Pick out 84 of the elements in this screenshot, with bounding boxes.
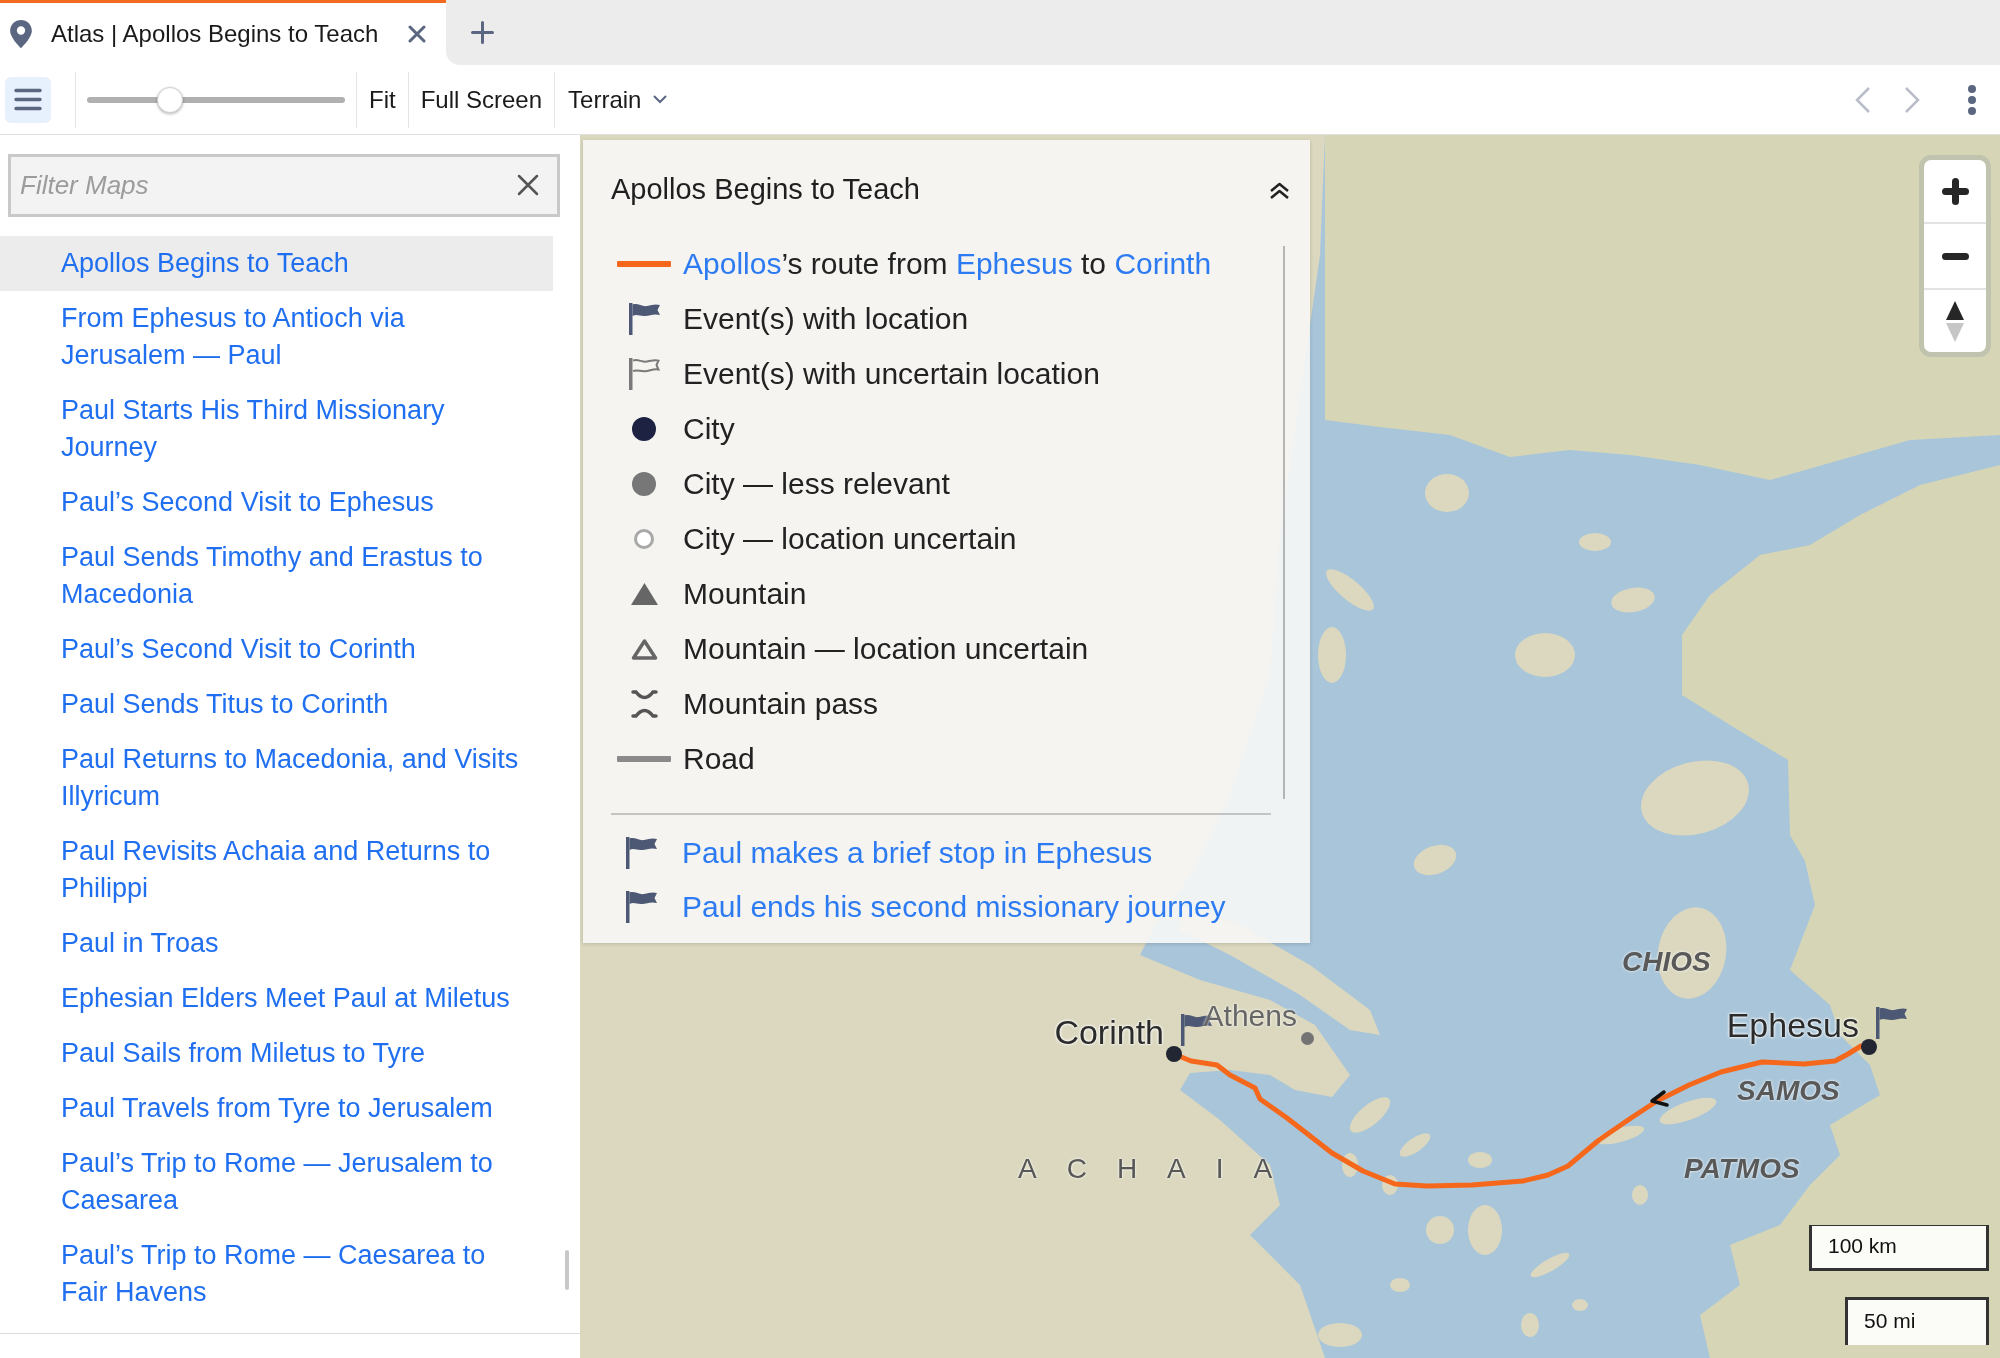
island (1659, 1097, 1717, 1125)
more-button[interactable] (1968, 84, 1976, 115)
close-icon (408, 25, 426, 43)
city-dot-icon (632, 416, 656, 441)
menu-icon (14, 88, 42, 111)
layer-dropdown[interactable]: Terrain (555, 84, 680, 115)
scrollbar-thumb[interactable] (1283, 246, 1285, 799)
legend-label: Mountain (683, 575, 807, 612)
island (1413, 844, 1457, 876)
island (1530, 1252, 1570, 1278)
new-tab-button[interactable] (471, 21, 494, 44)
mountain-icon (630, 582, 658, 605)
mountain-outline-icon (630, 637, 658, 660)
island (1579, 533, 1611, 551)
chevron-left-icon (1855, 85, 1871, 114)
filter-field[interactable]: Filter Maps (8, 154, 560, 217)
flag-icon (626, 837, 657, 869)
legend-label: Event(s) with location (683, 300, 969, 337)
plus-icon (1941, 177, 1969, 205)
legend-label: Event(s) with uncertain location (683, 355, 1100, 392)
island (1632, 1185, 1648, 1205)
place-label[interactable]: Ephesus (1726, 1005, 1859, 1045)
more-icon (1968, 84, 1976, 115)
minor-city-dot-icon (632, 471, 656, 496)
scale-bar: 50 mi (1845, 1297, 1989, 1345)
island (1425, 474, 1469, 512)
island (1342, 1153, 1358, 1177)
scrollbar-thumb[interactable] (565, 1250, 569, 1290)
legend-link[interactable]: Apollos (683, 246, 782, 280)
legend-title: Apollos Begins to Teach (611, 172, 920, 207)
legend-link[interactable]: Ephesus (955, 246, 1073, 280)
legend-label: Mountain pass (683, 685, 879, 722)
island (1468, 1205, 1502, 1255)
chevrons-up-icon (1269, 182, 1290, 200)
plus-icon (471, 21, 494, 44)
island (1399, 1133, 1431, 1157)
legend-label: City (683, 410, 735, 447)
island (1326, 569, 1374, 611)
legend-label: Mountain — location uncertain (683, 630, 1089, 667)
island (1515, 633, 1575, 677)
legend-label: Road (683, 740, 755, 777)
toolbar-button[interactable]: Full Screen (408, 84, 555, 115)
flag-icon (628, 302, 660, 335)
chevron-down-icon (653, 95, 668, 104)
legend-label: Apollos’s route from Ephesus to Corinth (683, 245, 1212, 282)
event-link[interactable]: Paul ends his second missionary journey (682, 889, 1226, 925)
scale-bar: 100 km (1809, 1225, 1989, 1271)
island (1318, 627, 1346, 683)
island (1349, 1097, 1391, 1133)
close-icon (517, 174, 539, 196)
event-link[interactable]: Paul makes a brief stop in Ephesus (682, 835, 1153, 871)
close-tab-button[interactable] (408, 25, 426, 43)
minus-icon (1941, 252, 1969, 260)
island (1390, 1278, 1410, 1292)
island (1468, 1152, 1492, 1168)
island (1382, 1175, 1398, 1195)
map-pin-icon (10, 20, 32, 48)
mountain-pass-icon (630, 689, 658, 718)
place-label[interactable]: Corinth (1054, 1012, 1164, 1052)
legend-link[interactable]: Corinth (1114, 246, 1212, 280)
island-label: PATMOS (1684, 1152, 1800, 1186)
island (1611, 587, 1655, 613)
legend-label: City — less relevant (683, 465, 950, 502)
island-label: CHIOS (1622, 945, 1711, 979)
compass-icon (1946, 300, 1964, 342)
toolbar-button[interactable]: Fit (357, 84, 408, 115)
flag-outline-icon (628, 357, 660, 390)
region-label: ACHAIA (1018, 1152, 1303, 1186)
ring-icon (634, 528, 654, 549)
island (1521, 1313, 1539, 1337)
legend-label: City — location uncertain (683, 520, 1017, 557)
clear-filter-button[interactable] (517, 174, 539, 196)
place-label[interactable]: Athens (1203, 996, 1297, 1036)
slider-thumb[interactable] (156, 86, 183, 113)
menu-button[interactable] (5, 76, 51, 123)
island (1572, 1299, 1588, 1311)
flag-icon[interactable] (1876, 1007, 1907, 1039)
chevron-right-icon (1904, 85, 1920, 114)
zoom-slider[interactable] (87, 86, 345, 113)
collapse-button[interactable] (1269, 182, 1290, 200)
island-label: SAMOS (1737, 1074, 1840, 1108)
map-list-item[interactable]: Apollos Begins to Teach (0, 236, 553, 291)
flag-icon (626, 891, 657, 923)
island (1426, 1216, 1454, 1244)
